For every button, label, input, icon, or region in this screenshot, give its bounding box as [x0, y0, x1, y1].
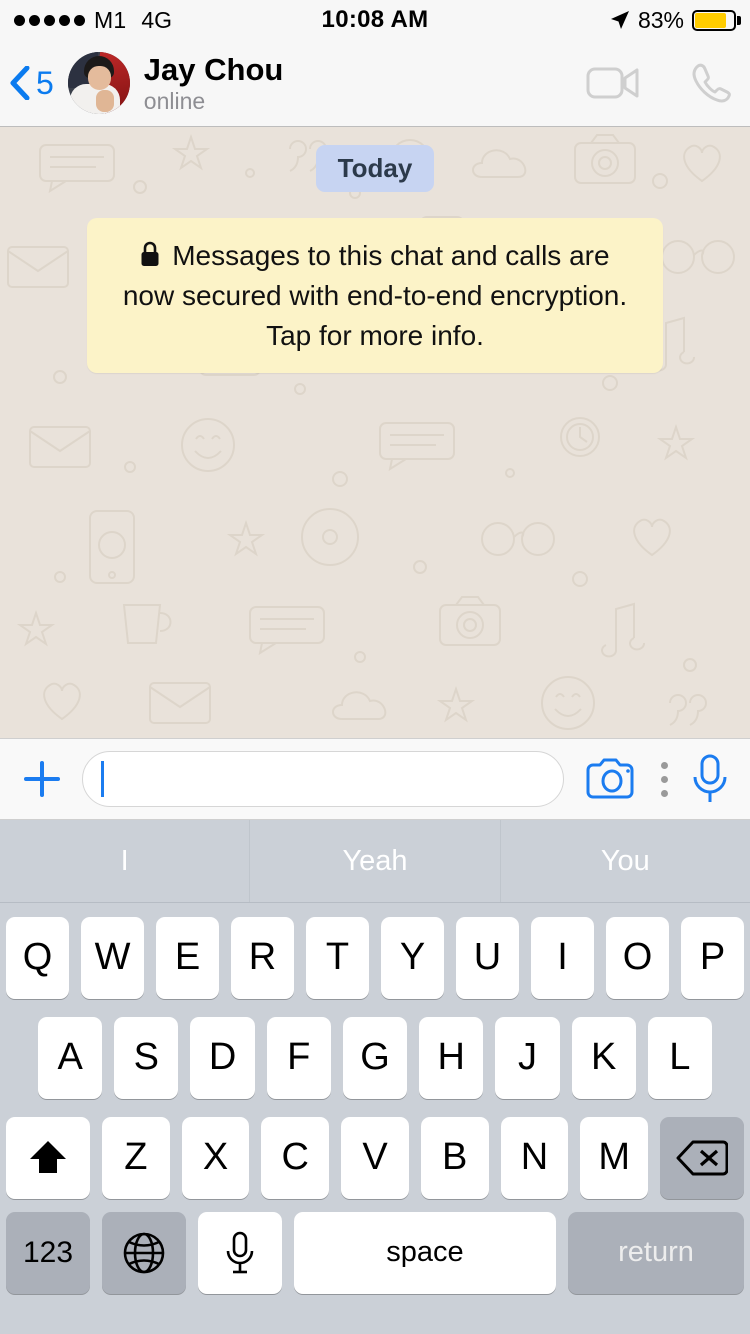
key-r[interactable]: R: [231, 916, 294, 999]
key-b[interactable]: B: [420, 1116, 489, 1199]
key-c[interactable]: C: [261, 1116, 330, 1199]
key-y[interactable]: Y: [381, 916, 444, 999]
microphone-icon: [226, 1231, 254, 1273]
keyboard-row-2: A S D F G H J K L: [0, 1003, 750, 1103]
key-h[interactable]: H: [419, 1016, 484, 1099]
encryption-notice-bubble[interactable]: Messages to this chat and calls are now …: [87, 218, 663, 374]
message-input[interactable]: [82, 751, 564, 807]
onscreen-keyboard: I Yeah You Q W E R T Y U I O P A S D F G…: [0, 820, 750, 1334]
message-input-bar: [0, 738, 750, 820]
whatsapp-chat-screen: M1 4G 10:08 AM 83% 5 Jay Chou online Tod…: [0, 0, 750, 1334]
key-e[interactable]: E: [156, 916, 219, 999]
key-o[interactable]: O: [606, 916, 669, 999]
key-u[interactable]: U: [456, 916, 519, 999]
key-i[interactable]: I: [531, 916, 594, 999]
status-bar-right: 83%: [610, 6, 741, 34]
prediction-2[interactable]: Yeah: [249, 820, 499, 902]
key-g[interactable]: G: [342, 1016, 408, 1099]
keyboard-row-4: 123 space return: [0, 1203, 750, 1307]
contact-presence-status: online: [143, 87, 206, 114]
header-actions: [586, 61, 732, 105]
globe-key[interactable]: [102, 1211, 186, 1294]
backspace-icon: [676, 1140, 729, 1175]
key-d[interactable]: D: [190, 1016, 255, 1099]
microphone-icon[interactable]: [690, 754, 730, 804]
key-k[interactable]: K: [571, 1016, 636, 1099]
chat-message-area: Today Messages to this chat and calls ar…: [0, 127, 750, 738]
video-camera-icon[interactable]: [586, 64, 642, 102]
chat-header: 5 Jay Chou online: [0, 40, 750, 127]
back-button[interactable]: 5: [10, 65, 54, 102]
shift-arrow-icon: [29, 1140, 66, 1173]
status-bar: M1 4G 10:08 AM 83%: [0, 0, 750, 40]
kebab-menu-icon[interactable]: [660, 761, 668, 797]
key-q[interactable]: Q: [6, 916, 69, 999]
prediction-1[interactable]: I: [0, 820, 249, 902]
key-x[interactable]: X: [181, 1116, 250, 1199]
backspace-key[interactable]: [660, 1116, 745, 1199]
day-divider-row: Today: [0, 145, 750, 192]
contact-info[interactable]: Jay Chou online: [144, 52, 284, 114]
shift-key[interactable]: [5, 1116, 90, 1199]
predictive-text-bar: I Yeah You: [0, 820, 750, 903]
key-v[interactable]: V: [341, 1116, 409, 1199]
battery-icon: [692, 9, 741, 31]
location-arrow-icon: [610, 11, 629, 29]
key-m[interactable]: M: [580, 1116, 649, 1199]
numbers-key[interactable]: 123: [6, 1211, 90, 1294]
chevron-left-icon: [10, 66, 30, 100]
message-list: Today Messages to this chat and calls ar…: [0, 127, 750, 738]
key-l[interactable]: L: [647, 1016, 712, 1099]
camera-icon[interactable]: [586, 758, 638, 800]
key-s[interactable]: S: [114, 1016, 179, 1099]
text-cursor: [101, 761, 104, 797]
key-w[interactable]: W: [81, 916, 144, 999]
key-j[interactable]: J: [495, 1016, 560, 1099]
key-t[interactable]: T: [306, 916, 369, 999]
keyboard-row-3: Z X C V B N M: [0, 1103, 750, 1203]
battery-percent-label: 83%: [637, 6, 684, 33]
plus-icon[interactable]: [20, 757, 64, 801]
lock-icon: [141, 241, 159, 266]
globe-icon: [123, 1232, 165, 1273]
encryption-notice-row: Messages to this chat and calls are now …: [0, 218, 750, 374]
contact-name: Jay Chou: [143, 51, 284, 87]
key-n[interactable]: N: [500, 1116, 569, 1199]
key-p[interactable]: P: [681, 916, 744, 999]
key-a[interactable]: A: [38, 1016, 103, 1099]
avatar[interactable]: [67, 52, 130, 114]
space-key[interactable]: space: [294, 1211, 556, 1294]
unread-count-badge: 5: [36, 64, 54, 101]
dictation-key[interactable]: [198, 1211, 282, 1294]
key-f[interactable]: F: [266, 1016, 331, 1099]
phone-handset-icon[interactable]: [688, 61, 732, 105]
encryption-notice-text: Messages to this chat and calls are now …: [122, 240, 628, 351]
day-divider-pill: Today: [315, 145, 435, 192]
key-z[interactable]: Z: [101, 1116, 170, 1199]
return-key[interactable]: return: [568, 1211, 744, 1294]
keyboard-row-1: Q W E R T Y U I O P: [0, 903, 750, 1003]
prediction-3[interactable]: You: [499, 820, 750, 902]
